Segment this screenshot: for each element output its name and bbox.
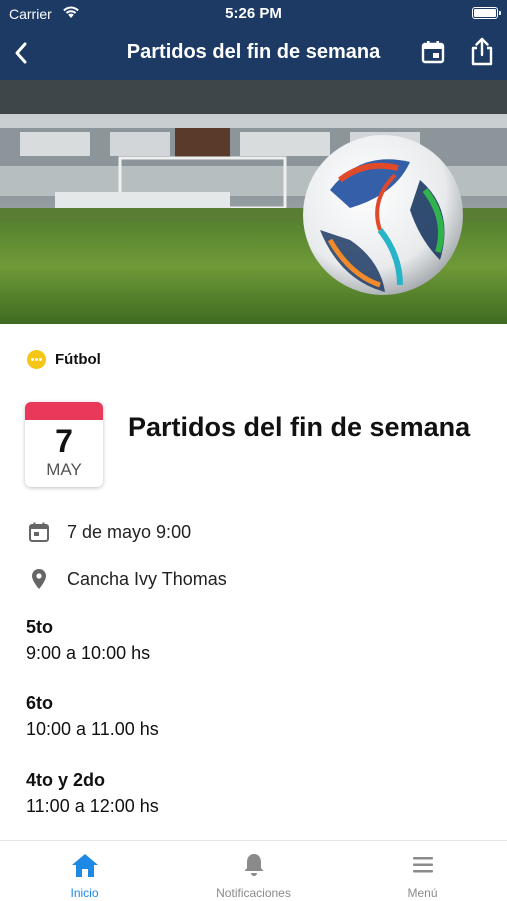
tab-label: Inicio xyxy=(70,886,99,900)
add-to-calendar-button[interactable] xyxy=(418,37,448,67)
event-location: Cancha Ivy Thomas xyxy=(67,568,227,589)
event-location-row: Cancha Ivy Thomas xyxy=(27,567,227,591)
tab-inicio[interactable]: Inicio xyxy=(0,841,169,901)
status-time: 5:26 PM xyxy=(225,5,282,22)
event-datetime: 7 de mayo 9:00 xyxy=(67,521,192,542)
header: Carrier 5:26 PM Partidos del fin de sema… xyxy=(0,0,507,80)
schedule-item: 4to y 2do 11:00 a 12:00 hs xyxy=(26,767,486,819)
category-label: Fútbol xyxy=(55,351,101,368)
event-hero-image xyxy=(0,80,507,324)
status-bar: Carrier 5:26 PM xyxy=(0,0,507,28)
calendar-icon xyxy=(421,41,445,64)
date-badge: 7 MAY xyxy=(25,402,103,487)
schedule-group: 4to y 2do xyxy=(26,770,106,790)
schedule-time: 10:00 a 11.00 hs xyxy=(26,719,159,739)
date-badge-top xyxy=(25,402,103,420)
category-tag: Fútbol xyxy=(27,350,101,369)
share-button[interactable] xyxy=(467,35,497,67)
event-datetime-row: 7 de mayo 9:00 xyxy=(27,520,191,544)
tab-label: Menú xyxy=(407,886,438,900)
battery-icon xyxy=(472,7,501,19)
date-month: MAY xyxy=(46,460,82,479)
home-icon xyxy=(71,854,98,877)
nav-bar: Partidos del fin de semana xyxy=(0,30,507,76)
location-pin-icon xyxy=(32,569,46,589)
schedule-item: 6to 10:00 a 11.00 hs xyxy=(26,690,486,742)
tab-label: Notificaciones xyxy=(216,886,291,900)
calendar-icon xyxy=(29,522,49,542)
bell-icon xyxy=(244,854,263,876)
tab-notificaciones[interactable]: Notificaciones xyxy=(169,841,338,901)
schedule-group: 6to xyxy=(26,693,53,713)
more-icon xyxy=(27,350,46,369)
tab-bar: Inicio Notificaciones Menú xyxy=(0,840,507,901)
schedule-group: 5to xyxy=(26,617,53,637)
schedule-time: 9:00 a 10:00 hs xyxy=(26,643,151,663)
event-title: Partidos del fin de semana xyxy=(128,412,471,442)
schedule-item: 5to 9:00 a 10:00 hs xyxy=(26,614,486,666)
share-icon xyxy=(471,37,493,66)
schedule-time: 11:00 a 12:00 hs xyxy=(26,796,159,816)
date-day: 7 xyxy=(55,423,73,459)
menu-icon xyxy=(412,857,433,873)
tab-menu[interactable]: Menú xyxy=(338,841,507,901)
